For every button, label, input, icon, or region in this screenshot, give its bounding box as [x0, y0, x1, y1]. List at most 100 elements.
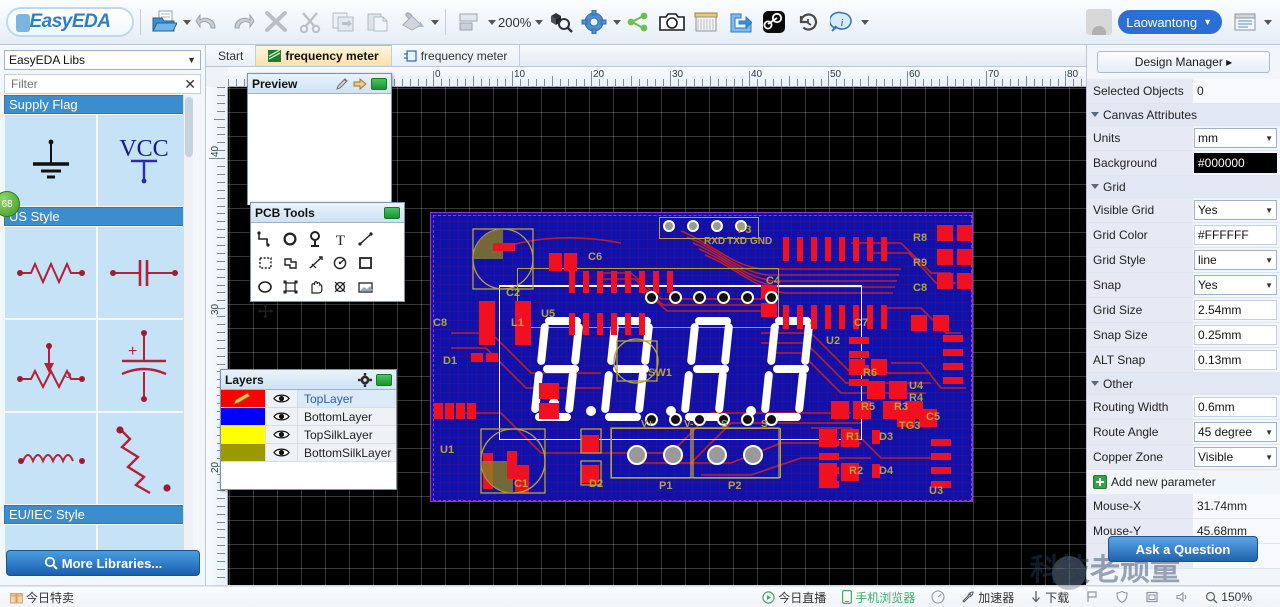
layer-row[interactable]: BottomLayer	[221, 408, 396, 426]
pad-row2-2[interactable]	[669, 413, 682, 426]
gear-icon[interactable]	[358, 372, 372, 387]
info-button[interactable]: i	[825, 4, 859, 40]
library-group-header-3[interactable]: EU/IEC Style	[4, 505, 193, 524]
status-item-deals[interactable]: 今日特卖	[10, 589, 74, 606]
pad-p1-2[interactable]	[663, 445, 683, 465]
paint-bucket-button[interactable]	[395, 4, 429, 40]
line-tool[interactable]	[353, 227, 378, 251]
property-input[interactable]: 2.54mm	[1194, 300, 1277, 320]
store-button[interactable]	[689, 4, 723, 40]
export-button[interactable]	[723, 4, 757, 40]
eye-icon[interactable]	[265, 444, 298, 461]
vertical-ruler[interactable]: 40 30 20	[206, 87, 228, 585]
symbol-vcc[interactable]: VCC	[97, 114, 190, 207]
layers-panel[interactable]: Layers TopLayer BottomLayer TopSilkLayer Bo…	[220, 369, 397, 490]
eye-icon[interactable]	[265, 426, 298, 443]
status-item-flag[interactable]	[1085, 590, 1099, 604]
status-item-gauge[interactable]	[931, 590, 945, 604]
design-manager-button[interactable]: Design Manager ▸	[1097, 51, 1270, 73]
arc-tool[interactable]	[328, 251, 353, 275]
copy-button[interactable]	[327, 4, 361, 40]
cut-button[interactable]	[293, 4, 327, 40]
property-input[interactable]: 0.25mm	[1194, 325, 1277, 345]
property-select[interactable]: Yes ▼	[1194, 275, 1277, 295]
symbol-gnd[interactable]	[4, 114, 97, 207]
pad-row2-3[interactable]	[693, 413, 706, 426]
align-group[interactable]	[452, 4, 496, 40]
symbol-inductor-us[interactable]	[4, 412, 97, 505]
library-scrollbar[interactable]	[183, 95, 193, 558]
pad-row-4[interactable]	[717, 291, 730, 304]
status-item-shield[interactable]	[1115, 590, 1129, 604]
settings-caret-icon[interactable]	[613, 19, 622, 25]
dimension-tool[interactable]	[303, 251, 328, 275]
info-caret-icon[interactable]	[861, 19, 870, 25]
window-layout-group[interactable]	[1228, 4, 1272, 40]
library-group-header-2[interactable]: US Style	[4, 207, 193, 226]
status-item-accelerator[interactable]: 加速器	[961, 589, 1014, 606]
fill-color-group[interactable]	[395, 4, 439, 40]
property-select[interactable]: mm ▼	[1194, 128, 1277, 148]
preview-panel[interactable]: Preview	[247, 73, 392, 205]
layer-color-swatch[interactable]	[221, 390, 265, 407]
pad-row-5[interactable]	[741, 291, 754, 304]
pcb-board[interactable]: P3 C6 C2 L1 U5 D1 C8 SW1 U1 C1 D2 P1 P2 R8 R9 C8 C4 C7 U2 U…	[430, 212, 973, 502]
tab-pcb-frequency-meter[interactable]: frequency meter	[391, 45, 521, 66]
open-file-button[interactable]	[147, 4, 181, 40]
layer-row[interactable]: TopLayer	[221, 390, 396, 408]
property-section-header[interactable]: Grid	[1087, 176, 1280, 198]
property-input[interactable]: #000000	[1194, 153, 1277, 173]
copper-area-tool[interactable]	[253, 251, 278, 275]
track-tool[interactable]	[253, 227, 278, 251]
share-button[interactable]	[621, 4, 655, 40]
align-caret-icon[interactable]	[488, 19, 496, 25]
window-layout-button[interactable]	[1228, 4, 1262, 40]
status-item-download[interactable]: 下载	[1030, 589, 1069, 606]
zoom-level-label[interactable]: 200%	[496, 15, 533, 30]
align-button[interactable]	[452, 4, 486, 40]
image-tool[interactable]	[353, 275, 378, 299]
camera-button[interactable]	[655, 4, 689, 40]
status-item-window[interactable]	[1145, 590, 1159, 604]
pencil-icon[interactable]	[335, 77, 349, 91]
pad-p2-1[interactable]	[707, 445, 727, 465]
symbol-varistor-us[interactable]	[97, 412, 190, 505]
layer-color-swatch[interactable]	[221, 408, 265, 425]
symbol-resistor-us[interactable]	[4, 226, 97, 319]
close-icon[interactable]: ✕	[184, 77, 196, 91]
3d-view-button[interactable]	[543, 4, 577, 40]
arrow-right-icon[interactable]	[353, 77, 367, 91]
zoom-group[interactable]: 200%	[496, 15, 544, 30]
filter-row[interactable]: ✕	[4, 74, 201, 94]
settings-button[interactable]	[577, 4, 611, 40]
text-tool[interactable]: T	[328, 227, 353, 251]
pad-tool[interactable]	[303, 227, 328, 251]
pad-row-6[interactable]	[765, 291, 778, 304]
library-select[interactable]: EasyEDA Libs ▼	[4, 50, 201, 70]
property-input[interactable]: 0.6mm	[1194, 397, 1277, 417]
pad-p1-1[interactable]	[627, 445, 647, 465]
delete-button[interactable]	[259, 4, 293, 40]
pcb-tools-header[interactable]: PCB Tools	[251, 203, 404, 223]
tab-schematic-frequency-meter[interactable]: frequency meter	[256, 45, 392, 66]
layers-panel-header[interactable]: Layers	[221, 370, 396, 390]
preview-panel-header[interactable]: Preview	[248, 74, 391, 94]
status-item-sound[interactable]	[1175, 590, 1189, 604]
via-tool[interactable]	[278, 227, 303, 251]
pan-tool[interactable]	[303, 275, 328, 299]
property-section-header[interactable]: Canvas Attributes	[1087, 104, 1280, 126]
window-layout-caret-icon[interactable]	[1264, 19, 1272, 25]
solid-region-tool[interactable]	[278, 251, 303, 275]
layer-color-swatch[interactable]	[221, 444, 265, 461]
minimize-icon[interactable]	[371, 77, 387, 90]
property-select[interactable]: line ▼	[1194, 250, 1277, 270]
symbol-potentiometer-us[interactable]	[4, 319, 97, 412]
pcb-tools-panel[interactable]: PCB Tools T	[250, 202, 405, 318]
symbol-capacitor-us[interactable]	[97, 226, 190, 319]
origin-tool[interactable]	[253, 299, 278, 323]
eye-icon[interactable]	[265, 390, 298, 407]
user-menu-button[interactable]: Laowantong ▼	[1118, 10, 1222, 34]
pad-row-1[interactable]	[645, 291, 658, 304]
symbol-polarized-cap-us[interactable]: +	[97, 319, 190, 412]
redo-button[interactable]	[225, 4, 259, 40]
